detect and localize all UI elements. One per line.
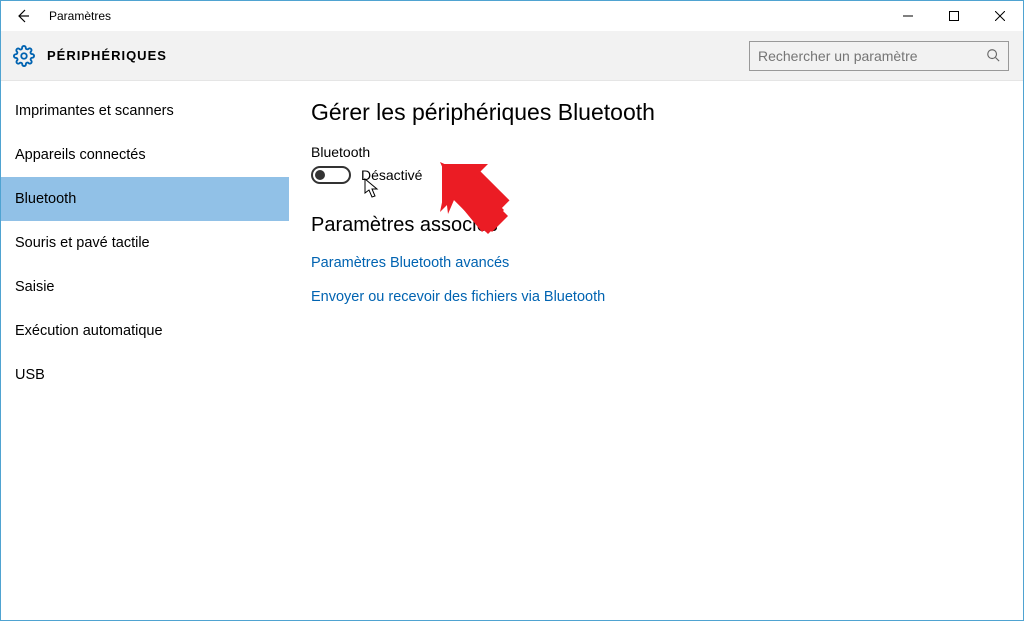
arrow-left-icon [15, 8, 31, 24]
back-button[interactable] [1, 1, 45, 31]
sidebar-item-label: Souris et pavé tactile [15, 235, 150, 251]
search-box[interactable] [749, 41, 1009, 71]
close-icon [995, 11, 1005, 21]
header-row: PÉRIPHÉRIQUES [1, 31, 1023, 81]
maximize-button[interactable] [931, 1, 977, 31]
sidebar-item-autoplay[interactable]: Exécution automatique [1, 309, 289, 353]
sidebar-item-label: Imprimantes et scanners [15, 103, 174, 119]
sidebar-item-label: Saisie [15, 279, 55, 295]
close-button[interactable] [977, 1, 1023, 31]
sidebar-item-connected-devices[interactable]: Appareils connectés [1, 133, 289, 177]
search-input[interactable] [758, 48, 986, 64]
sidebar-item-label: Bluetooth [15, 191, 76, 207]
body: Imprimantes et scanners Appareils connec… [1, 81, 1023, 620]
search-icon [986, 48, 1000, 65]
sidebar-item-usb[interactable]: USB [1, 353, 289, 397]
bluetooth-toggle[interactable] [311, 166, 351, 184]
toggle-knob [315, 170, 325, 180]
link-send-receive-files[interactable]: Envoyer ou recevoir des fichiers via Blu… [311, 289, 1001, 305]
window-controls [885, 1, 1023, 31]
content-pane: Gérer les périphériques Bluetooth Blueto… [289, 81, 1023, 620]
gear-icon [13, 45, 35, 67]
toggle-row: Désactivé [311, 166, 1001, 184]
sidebar-item-label: Exécution automatique [15, 323, 163, 339]
sidebar-item-bluetooth[interactable]: Bluetooth [1, 177, 289, 221]
section-title: PÉRIPHÉRIQUES [47, 48, 167, 63]
minimize-button[interactable] [885, 1, 931, 31]
page-title: Gérer les périphériques Bluetooth [311, 99, 1001, 126]
sidebar: Imprimantes et scanners Appareils connec… [1, 81, 289, 620]
related-heading: Paramètres associés [311, 214, 1001, 237]
sidebar-item-printers[interactable]: Imprimantes et scanners [1, 89, 289, 133]
sidebar-item-typing[interactable]: Saisie [1, 265, 289, 309]
sidebar-item-mouse[interactable]: Souris et pavé tactile [1, 221, 289, 265]
sidebar-item-label: USB [15, 367, 45, 383]
sidebar-item-label: Appareils connectés [15, 147, 146, 163]
window-title: Paramètres [49, 9, 111, 23]
maximize-icon [949, 11, 959, 21]
titlebar: Paramètres [1, 1, 1023, 31]
link-advanced-bluetooth[interactable]: Paramètres Bluetooth avancés [311, 255, 1001, 271]
toggle-label: Bluetooth [311, 144, 1001, 160]
minimize-icon [903, 11, 913, 21]
toggle-state: Désactivé [361, 167, 422, 183]
